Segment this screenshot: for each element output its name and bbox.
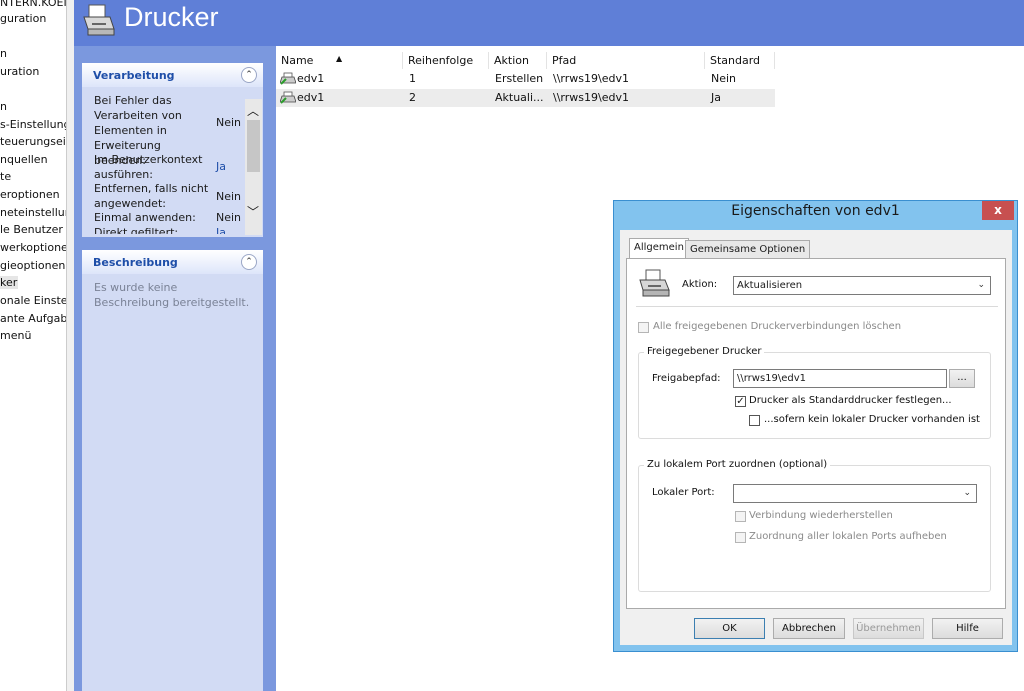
navigation-tree[interactable]: NTERN.KOEN guration n uration n s-Einste… [0, 0, 67, 691]
property-value: Nein [216, 211, 242, 224]
if-no-local-label: ...sofern kein lokaler Drucker vorhanden… [764, 414, 980, 425]
dialog-title: Eigenschaften von edv1 [731, 203, 900, 219]
cell-action: Aktuali... [495, 91, 544, 104]
cell-order: 1 [409, 72, 416, 85]
column-header-default[interactable]: Standard [705, 52, 775, 69]
tree-item[interactable]: eroptionen [0, 188, 60, 201]
unmap-all-label: Zuordnung aller lokalen Ports aufheben [749, 531, 947, 542]
panel-header[interactable]: Beschreibung ⌃ [82, 250, 263, 274]
cell-default: Nein [711, 72, 737, 85]
collapse-icon[interactable]: ⌃ [241, 67, 257, 83]
column-header-name[interactable]: Name ▲ [276, 52, 403, 69]
tree-item[interactable]: teuerungseir [0, 135, 66, 148]
scroll-thumb[interactable] [247, 120, 260, 172]
tree-item[interactable]: neteinstellur [0, 206, 66, 219]
property-key: Im Benutzerkontext ausführen: [94, 153, 203, 181]
browse-button[interactable]: ... [949, 369, 975, 388]
property-value: Ja [216, 160, 226, 173]
panel-title: Beschreibung [93, 256, 178, 269]
column-label: Name [281, 54, 314, 67]
help-button[interactable]: Hilfe [932, 618, 1003, 639]
tab-allgemein[interactable]: Allgemein [629, 238, 689, 259]
action-select-value: Aktualisieren [737, 280, 803, 291]
group-title: Zu lokalem Port zuordnen (optional) [644, 459, 831, 470]
property-value: Nein [216, 116, 242, 129]
tree-item[interactable]: NTERN.KOEN [0, 0, 66, 9]
delete-all-label: Alle freigegebenen Druckerverbindungen l… [653, 321, 902, 332]
chevron-down-icon: ⌄ [977, 280, 985, 290]
if-no-local-checkbox[interactable] [749, 415, 760, 426]
scroll-down-icon[interactable]: ﹀ [247, 203, 259, 220]
chevron-down-icon: ⌄ [963, 488, 971, 498]
share-path-label: Freigabepfad: [652, 373, 721, 384]
tree-item-selected[interactable]: ker [0, 276, 18, 289]
ok-button[interactable]: OK [694, 618, 765, 639]
sort-ascending-icon: ▲ [336, 54, 343, 63]
action-select[interactable]: Aktualisieren ⌄ [733, 276, 991, 295]
local-port-label: Lokaler Port: [652, 487, 715, 498]
tree-item[interactable]: n [0, 100, 7, 113]
action-label: Aktion: [682, 279, 718, 290]
cell-default: Ja [711, 91, 721, 104]
local-port-select[interactable]: ⌄ [733, 484, 977, 503]
share-path-input[interactable]: \\rrws19\edv1 [733, 369, 947, 388]
set-default-label: Drucker als Standarddrucker festlegen... [749, 395, 952, 406]
tree-item[interactable]: n [0, 47, 7, 60]
column-header-order[interactable]: Reihenfolge [403, 52, 489, 69]
tree-item[interactable]: menü [0, 329, 31, 342]
tree-item[interactable]: te [0, 170, 11, 183]
delete-all-checkbox[interactable] [638, 322, 649, 333]
cell-name: edv1 [297, 91, 325, 104]
cell-path: \\rrws19\edv1 [553, 91, 629, 104]
printer-icon [279, 91, 297, 111]
tree-item[interactable]: uration [0, 65, 39, 78]
tree-item[interactable]: guration [0, 12, 46, 25]
tree-item[interactable]: onale Einstel [0, 294, 66, 307]
reconnect-checkbox[interactable] [735, 511, 746, 522]
tree-item[interactable]: ante Aufgab [0, 312, 66, 325]
cell-order: 2 [409, 91, 416, 104]
cell-path: \\rrws19\edv1 [553, 72, 629, 85]
property-key: Einmal anwenden: [94, 211, 196, 224]
property-key: Direkt gefiltert: [94, 226, 179, 234]
reconnect-label: Verbindung wiederherstellen [749, 510, 893, 521]
cell-name: edv1 [297, 72, 325, 85]
property-value: Nein [216, 190, 242, 203]
panel-beschreibung: Beschreibung ⌃ [82, 250, 263, 691]
page-title: Drucker [124, 2, 219, 32]
cancel-button[interactable]: Abbrechen [773, 618, 845, 639]
cell-action: Erstellen [495, 72, 544, 85]
tree-item[interactable]: werkoptione [0, 241, 66, 254]
table-row[interactable]: edv1 1 Erstellen \\rrws19\edv1 Nein [276, 70, 775, 88]
column-header-action[interactable]: Aktion [489, 52, 547, 69]
property-value: Ja [216, 226, 226, 234]
description-text: Es wurde keine Beschreibung bereitgestel… [94, 281, 250, 309]
divider [636, 306, 998, 307]
tab-gemeinsame-optionen[interactable]: Gemeinsame Optionen [685, 240, 811, 259]
printer-icon [637, 268, 671, 303]
table-row[interactable]: edv1 2 Aktuali... \\rrws19\edv1 Ja [276, 89, 775, 107]
tree-item[interactable]: nquellen [0, 153, 48, 166]
scroll-up-icon[interactable]: ︿ [247, 102, 259, 119]
printer-icon [80, 3, 118, 41]
panel-header[interactable]: Verarbeitung ⌃ [82, 63, 263, 87]
column-header-path[interactable]: Pfad [547, 52, 705, 69]
unmap-all-checkbox[interactable] [735, 532, 746, 543]
tree-item[interactable]: s-Einstellung [0, 118, 66, 131]
tree-item[interactable]: le Benutzer u [0, 223, 66, 236]
apply-button[interactable]: Übernehmen [853, 618, 924, 639]
group-title: Freigegebener Drucker [644, 346, 765, 357]
panel-title: Verarbeitung [93, 69, 175, 82]
close-button[interactable]: x [982, 201, 1014, 220]
collapse-icon[interactable]: ⌃ [241, 254, 257, 270]
property-key: Entfernen, falls nicht angewendet: [94, 182, 209, 210]
tree-item[interactable]: gieoptionen [0, 259, 65, 272]
set-default-checkbox[interactable]: ✓ [735, 396, 746, 407]
